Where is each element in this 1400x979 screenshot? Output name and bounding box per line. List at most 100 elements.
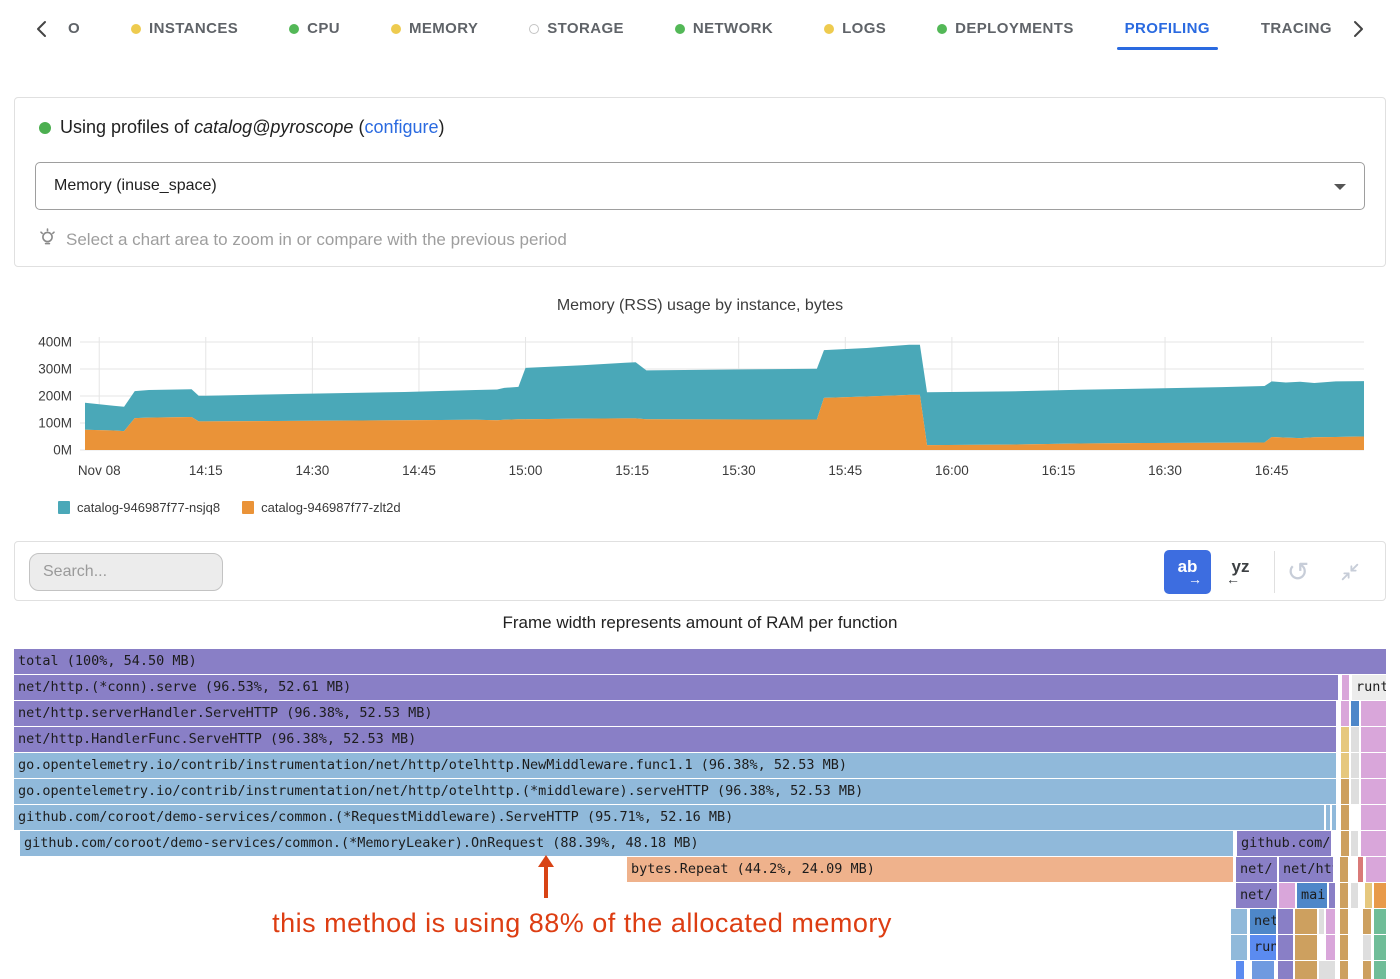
- flame-frame[interactable]: [1295, 961, 1317, 979]
- tab-storage[interactable]: STORAGE: [529, 20, 624, 37]
- collapse-button[interactable]: [1332, 550, 1368, 594]
- flame-frame[interactable]: [1341, 701, 1349, 726]
- tab-label: NETWORK: [693, 20, 773, 37]
- flame-frame[interactable]: [1326, 935, 1335, 960]
- flame-frame[interactable]: [1351, 831, 1358, 856]
- lightbulb-icon: [37, 226, 58, 253]
- flame-frame[interactable]: [1341, 805, 1349, 830]
- flame-frame[interactable]: net/http.HandlerFunc.ServeHTTP (96.38%, …: [14, 727, 1336, 752]
- undo-button[interactable]: ↺: [1280, 550, 1316, 594]
- flame-frame[interactable]: [1365, 883, 1372, 908]
- memory-usage-chart[interactable]: 400M300M200M100M0MNov 0814:1514:3014:451…: [0, 325, 1400, 485]
- flame-frame[interactable]: [1363, 909, 1371, 934]
- flame-frame[interactable]: [1341, 779, 1349, 804]
- flame-frame[interactable]: run: [1250, 935, 1276, 960]
- flame-frame[interactable]: github.com/coroot/demo-services/common.(…: [14, 805, 1324, 830]
- tab-label: MEMORY: [409, 20, 478, 37]
- flame-frame[interactable]: [1361, 753, 1386, 778]
- annotation-text: this method is using 88% of the allocate…: [182, 908, 982, 939]
- flame-frame[interactable]: [1295, 935, 1317, 960]
- y-axis-tick: 200M: [38, 389, 72, 404]
- flame-frame[interactable]: net/http.serverHandler.ServeHTTP (96.38%…: [14, 701, 1336, 726]
- sort-alphabetical-button[interactable]: ab →: [1164, 550, 1211, 594]
- flame-frame[interactable]: [1351, 779, 1359, 804]
- nav-next-icon[interactable]: [1346, 17, 1370, 41]
- tab-profiling[interactable]: PROFILING: [1125, 20, 1210, 37]
- flame-frame[interactable]: [1340, 935, 1348, 960]
- flame-frame[interactable]: [1363, 935, 1371, 960]
- flame-frame[interactable]: go.opentelemetry.io/contrib/instrumentat…: [14, 779, 1336, 804]
- flame-frame[interactable]: [1351, 727, 1359, 752]
- tab-logs[interactable]: LOGS: [824, 20, 886, 37]
- flame-frame[interactable]: [1326, 909, 1335, 934]
- flame-frame[interactable]: [1351, 883, 1358, 908]
- flame-frame[interactable]: [1252, 961, 1274, 979]
- flame-frame[interactable]: [1278, 935, 1293, 960]
- flame-frame[interactable]: [1329, 883, 1335, 908]
- flame-frame[interactable]: [1342, 675, 1349, 700]
- flame-frame[interactable]: [1363, 961, 1371, 979]
- flame-frame[interactable]: [1351, 701, 1359, 726]
- tab-network[interactable]: NETWORK: [675, 20, 773, 37]
- flame-frame[interactable]: net: [1250, 909, 1276, 934]
- flame-frame[interactable]: [1374, 961, 1386, 979]
- flame-frame[interactable]: total (100%, 54.50 MB): [14, 649, 1386, 674]
- flame-frame[interactable]: [1278, 909, 1293, 934]
- flame-frame[interactable]: bytes.Repeat (44.2%, 24.09 MB): [627, 857, 1233, 882]
- flame-frame[interactable]: mai: [1297, 883, 1327, 908]
- flame-frame[interactable]: [1341, 831, 1349, 856]
- search-input[interactable]: [29, 553, 223, 591]
- flame-frame[interactable]: [1231, 909, 1247, 934]
- flame-frame[interactable]: go.opentelemetry.io/contrib/instrumentat…: [14, 753, 1336, 778]
- configure-link[interactable]: configure: [364, 117, 438, 137]
- flame-frame[interactable]: net/: [1236, 883, 1277, 908]
- nav-prev-icon[interactable]: [30, 17, 54, 41]
- flame-frame[interactable]: [1332, 805, 1336, 830]
- tab-status-dot: [391, 24, 401, 34]
- flame-frame[interactable]: [1340, 961, 1348, 979]
- flame-frame[interactable]: [1326, 805, 1330, 830]
- x-axis-tick: Nov 08: [78, 463, 121, 478]
- flame-frame[interactable]: [1319, 909, 1324, 934]
- sort-reverse-button[interactable]: yz ←: [1217, 550, 1264, 594]
- chart-title: Memory (RSS) usage by instance, bytes: [0, 297, 1400, 315]
- flame-frame[interactable]: [1340, 857, 1348, 882]
- tab-cpu[interactable]: CPU: [289, 20, 340, 37]
- flame-frame[interactable]: [1374, 909, 1386, 934]
- tab-instances[interactable]: INSTANCES: [131, 20, 238, 37]
- tab-o[interactable]: O: [68, 20, 80, 37]
- flame-frame[interactable]: [1358, 857, 1363, 882]
- flame-frame[interactable]: net/htt: [1279, 857, 1333, 882]
- legend-item[interactable]: catalog-946987f77-nsjq8: [58, 500, 220, 515]
- flame-frame[interactable]: [1361, 831, 1386, 856]
- flame-frame[interactable]: [1351, 753, 1359, 778]
- flame-frame[interactable]: [1278, 961, 1293, 979]
- flame-frame[interactable]: [1361, 779, 1386, 804]
- flame-frame[interactable]: runt: [1352, 675, 1386, 700]
- flame-frame[interactable]: [1361, 701, 1386, 726]
- flame-frame[interactable]: [1340, 883, 1348, 908]
- flame-frame[interactable]: github.com/c: [1237, 831, 1331, 856]
- flame-frame[interactable]: [1295, 909, 1317, 934]
- flame-frame[interactable]: [1366, 857, 1386, 882]
- flame-frame[interactable]: [1361, 805, 1386, 830]
- tab-label: TRACING: [1261, 20, 1332, 37]
- flame-frame[interactable]: github.com/coroot/demo-services/common.(…: [20, 831, 1233, 856]
- flame-frame[interactable]: [1319, 961, 1335, 979]
- flame-frame[interactable]: [1361, 727, 1386, 752]
- flame-frame[interactable]: [1340, 909, 1348, 934]
- flame-frame[interactable]: net/: [1236, 857, 1277, 882]
- tab-deployments[interactable]: DEPLOYMENTS: [937, 20, 1074, 37]
- flame-frame[interactable]: [1341, 727, 1349, 752]
- profile-type-select[interactable]: Memory (inuse_space): [35, 162, 1365, 210]
- flame-frame[interactable]: [1236, 961, 1244, 979]
- flame-frame[interactable]: [1341, 753, 1349, 778]
- legend-item[interactable]: catalog-946987f77-zlt2d: [242, 500, 401, 515]
- flame-frame[interactable]: [1231, 935, 1247, 960]
- tab-tracing[interactable]: TRACING: [1261, 20, 1332, 37]
- flame-frame[interactable]: [1374, 935, 1386, 960]
- tab-memory[interactable]: MEMORY: [391, 20, 478, 37]
- flame-frame[interactable]: [1279, 883, 1295, 908]
- flame-frame[interactable]: [1374, 883, 1386, 908]
- flame-frame[interactable]: net/http.(*conn).serve (96.53%, 52.61 MB…: [14, 675, 1338, 700]
